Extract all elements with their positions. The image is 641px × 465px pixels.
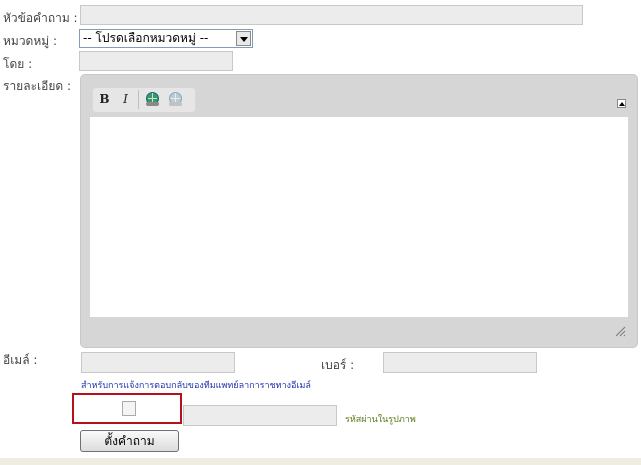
email-input[interactable] [81, 352, 235, 373]
footer-strip [0, 458, 641, 465]
editor-toolbar: B I [93, 88, 195, 112]
editor-content-area[interactable] [90, 117, 628, 317]
captcha-note: รหัสผ่านในรูปภาพ [345, 415, 416, 425]
submit-question-button[interactable]: ตั้งคำถาม [80, 430, 179, 452]
collapse-icon[interactable] [617, 99, 626, 108]
phone-input[interactable] [383, 352, 537, 373]
bold-button[interactable]: B [95, 90, 114, 109]
italic-button[interactable]: I [116, 90, 135, 109]
unlink-icon[interactable] [166, 90, 185, 109]
detail-label: รายละเอียด : [3, 79, 72, 93]
captcha-image-frame [72, 393, 182, 424]
category-label: หมวดหมู่ : [3, 34, 58, 48]
title-input[interactable] [80, 5, 583, 25]
toolbar-divider [138, 90, 139, 109]
link-icon[interactable] [143, 90, 162, 109]
title-label: หัวข้อคำถาม : [3, 11, 78, 25]
email-label: อีเมล์ : [3, 353, 38, 367]
author-label: โดย : [3, 57, 33, 71]
email-note: สำหรับการแจ้งการตอบกลับของทีมแพทย์ลาการา… [81, 381, 311, 391]
captcha-input[interactable] [183, 405, 337, 426]
category-select-value: -- โปรดเลือกหมวดหมู่ -- [83, 31, 209, 45]
broken-image-icon [122, 401, 136, 416]
category-select[interactable]: -- โปรดเลือกหมวดหมู่ -- [79, 29, 253, 48]
phone-label: เบอร์ : [321, 358, 355, 372]
chevron-down-icon[interactable] [236, 31, 251, 46]
rich-text-editor: B I [80, 74, 638, 348]
resize-grip-icon[interactable] [614, 325, 626, 337]
author-input[interactable] [79, 51, 233, 71]
